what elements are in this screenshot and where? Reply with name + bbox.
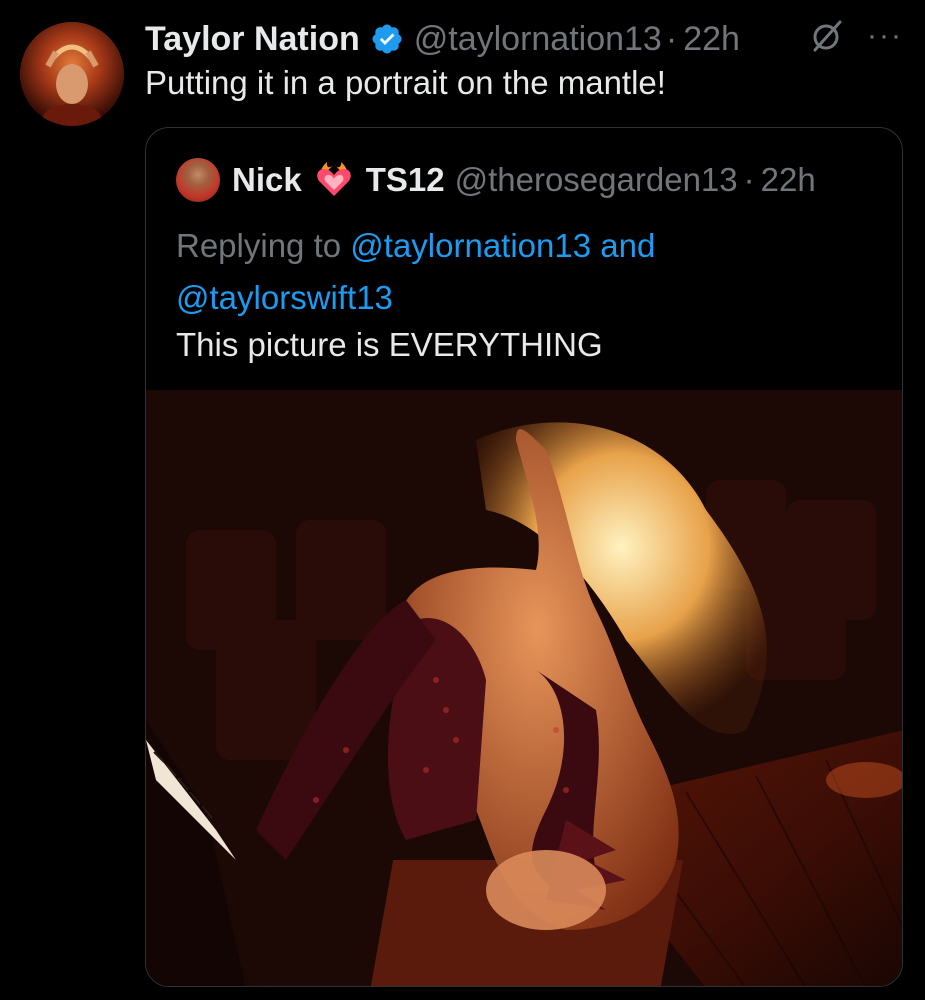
performer-at-piano-photo	[146, 390, 902, 986]
quoted-separator-dot: ·	[743, 161, 755, 198]
quoted-author-tag: TS12	[365, 161, 445, 198]
tweet-actions: ···	[809, 18, 903, 54]
tweet[interactable]: Taylor Nation @taylornation13 · 22h ··· …	[0, 0, 925, 1000]
separator-dot: ·	[665, 19, 678, 58]
replying-prefix: Replying to	[176, 227, 342, 264]
avatar-image	[20, 22, 124, 126]
verified-badge-icon	[372, 24, 402, 54]
quoted-tweet[interactable]: Nick TS12 @therosegarden13 · 22h Replyin…	[145, 127, 903, 987]
mention-taylornation13[interactable]: @taylornation13	[350, 227, 591, 264]
tweet-header: Taylor Nation @taylornation13 · 22h	[145, 16, 740, 62]
author-avatar[interactable]	[20, 22, 124, 126]
quoted-author-handle[interactable]: @therosegarden13	[455, 161, 738, 199]
quoted-author-avatar[interactable]	[176, 158, 220, 202]
quoted-author-name[interactable]: Nick	[232, 161, 302, 199]
heart-on-fire-emoji	[316, 162, 351, 196]
mention-joiner: and	[600, 227, 656, 264]
replying-to: Replying to @taylornation13 and @taylors…	[176, 220, 876, 324]
grok-icon[interactable]	[809, 18, 845, 54]
tweet-text: Putting it in a portrait on the mantle!	[145, 64, 666, 101]
quoted-tweet-time[interactable]: 22h	[761, 161, 816, 199]
quoted-tweet-photo[interactable]	[146, 390, 902, 986]
author-name[interactable]: Taylor Nation	[145, 20, 360, 59]
quoted-tweet-header: Nick TS12 @therosegarden13 · 22h	[176, 158, 816, 202]
more-options-icon[interactable]: ···	[867, 21, 903, 51]
author-handle[interactable]: @taylornation13	[414, 20, 662, 59]
quoted-tweet-text: This picture is EVERYTHING	[176, 326, 603, 363]
tweet-time[interactable]: 22h	[683, 20, 740, 59]
mention-taylorswift13[interactable]: @taylorswift13	[176, 279, 393, 316]
